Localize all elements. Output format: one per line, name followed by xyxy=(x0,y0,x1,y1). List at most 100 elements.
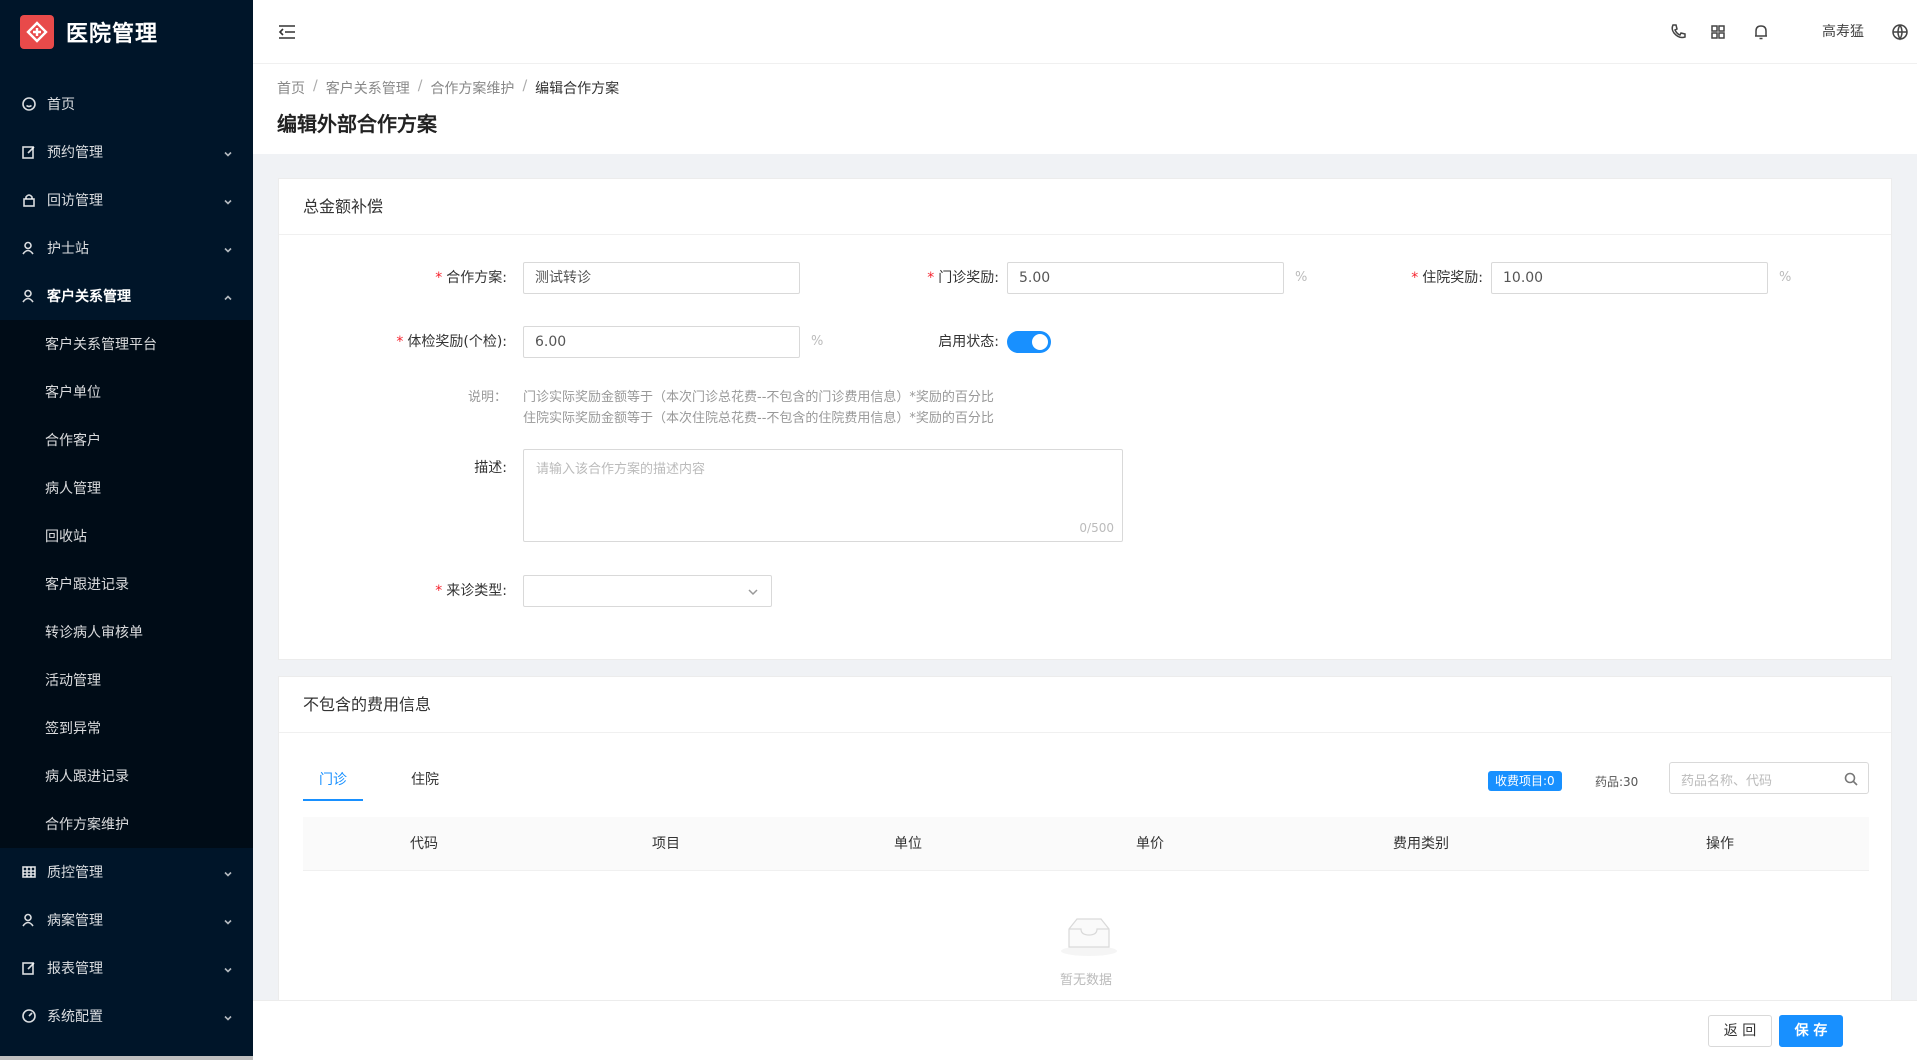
search-icon[interactable] xyxy=(1844,772,1858,786)
required-mark: * xyxy=(435,270,443,286)
sidebar-item-appointment[interactable]: 预约管理 xyxy=(0,128,253,176)
note-line-outpatient: 门诊实际奖励金额等于（本次门诊总花费--不包含的门诊费用信息）*奖励的百分比 xyxy=(523,390,994,405)
crm-submenu: 客户关系管理平台 客户单位 合作客户 病人管理 回收站 客户跟进记录 转诊病人审… xyxy=(0,320,253,848)
edit-icon xyxy=(21,960,37,976)
sidebar-item-label: 客户关系管理 xyxy=(47,289,131,305)
outpatient-reward-input[interactable]: 5.00 xyxy=(1007,262,1284,294)
note-line-inpatient: 住院实际奖励金额等于（本次住院总花费--不包含的住院费用信息）*奖励的百分比 xyxy=(523,411,994,426)
sidebar-subitem-plan-maintenance[interactable]: 合作方案维护 xyxy=(0,800,253,848)
sidebar-item-label: 预约管理 xyxy=(47,145,103,161)
drug-search-input[interactable]: 药品名称、代码 xyxy=(1669,762,1869,794)
lock-icon xyxy=(21,192,37,208)
exam-reward-input[interactable]: 6.00 xyxy=(523,326,800,358)
plan-name-input[interactable]: 测试转诊 xyxy=(523,262,800,294)
sidebar-subitem-customer-units[interactable]: 客户单位 xyxy=(0,368,253,416)
sidebar-item-label: 系统配置 xyxy=(47,1009,103,1025)
plan-label-text: 合作方案: xyxy=(446,270,507,286)
chevron-down-icon xyxy=(223,195,233,205)
status-toggle[interactable] xyxy=(1007,331,1051,353)
breadcrumb-separator: / xyxy=(522,78,528,94)
exam-reward-label: * 体检奖励(个检): xyxy=(339,326,507,358)
inpatient-reward-label: * 住院奖励: xyxy=(1343,262,1483,294)
column-header-item: 项目 xyxy=(652,836,680,852)
plan-label: * 合作方案: xyxy=(379,262,507,294)
sidebar-subitem-referral-review[interactable]: 转诊病人审核单 xyxy=(0,608,253,656)
inpatient-reward-label-text: 住院奖励: xyxy=(1422,270,1483,286)
visit-type-label: * 来诊类型: xyxy=(379,575,507,607)
sidebar-item-system-config[interactable]: 系统配置 xyxy=(0,992,253,1040)
chevron-down-icon xyxy=(223,963,233,973)
empty-text: 暂无数据 xyxy=(1059,973,1112,988)
sidebar-item-label: 质控管理 xyxy=(47,865,103,881)
chevron-down-icon xyxy=(223,915,233,925)
breadcrumb-plan-maintenance[interactable]: 合作方案维护 xyxy=(430,78,514,98)
outpatient-reward-label: * 门诊奖励: xyxy=(859,262,999,294)
sidebar-item-label: 回访管理 xyxy=(47,193,103,209)
sidebar-item-followup[interactable]: 回访管理 xyxy=(0,176,253,224)
sidebar-subitem-partner-customers[interactable]: 合作客户 xyxy=(0,416,253,464)
save-button[interactable]: 保 存 xyxy=(1779,1015,1843,1047)
breadcrumb-home[interactable]: 首页 xyxy=(277,78,305,98)
description-label: 描述: xyxy=(474,460,507,476)
breadcrumb-crm[interactable]: 客户关系管理 xyxy=(326,78,410,98)
top-header: 高寿猛 xyxy=(253,0,1917,64)
sidebar-item-label: 报表管理 xyxy=(47,961,103,977)
dashboard-icon xyxy=(21,1008,37,1024)
apps-grid-icon[interactable] xyxy=(1709,23,1727,41)
required-mark: * xyxy=(927,270,935,286)
breadcrumb-separator: / xyxy=(417,78,423,94)
menu-fold-icon[interactable] xyxy=(277,22,297,42)
sidebar-subitem-patient-management[interactable]: 病人管理 xyxy=(0,464,253,512)
column-header-actions: 操作 xyxy=(1706,836,1734,852)
required-mark: * xyxy=(396,334,404,350)
user-icon xyxy=(21,240,37,256)
sidebar-item-home[interactable]: 首页 xyxy=(0,80,253,128)
page-title: 编辑外部合作方案 xyxy=(277,112,437,136)
drug-count[interactable]: 药品:30 xyxy=(1595,773,1638,790)
sidebar-subitem-checkin-exception[interactable]: 签到异常 xyxy=(0,704,253,752)
footer-action-bar: 返 回 保 存 xyxy=(253,1000,1917,1060)
edit-icon xyxy=(21,144,37,160)
app-title: 医院管理 xyxy=(66,22,159,47)
inpatient-reward-input[interactable]: 10.00 xyxy=(1491,262,1768,294)
outpatient-reward-label-text: 门诊奖励: xyxy=(938,270,999,286)
sidebar-item-nurse-station[interactable]: 护士站 xyxy=(0,224,253,272)
sidebar-item-label: 护士站 xyxy=(47,241,89,257)
breadcrumb-separator: / xyxy=(313,78,318,94)
sidebar-item-medical-records[interactable]: 病案管理 xyxy=(0,896,253,944)
logo[interactable]: 医院管理 xyxy=(0,0,253,64)
tab-inpatient[interactable]: 住院 xyxy=(395,761,455,801)
phone-icon[interactable] xyxy=(1669,23,1687,41)
sidebar-subitem-customer-followup[interactable]: 客户跟进记录 xyxy=(0,560,253,608)
tab-outpatient[interactable]: 门诊 xyxy=(303,761,363,801)
back-button[interactable]: 返 回 xyxy=(1708,1015,1772,1047)
sidebar-subitem-recycle-bin[interactable]: 回收站 xyxy=(0,512,253,560)
table-empty-state: 暂无数据 xyxy=(303,871,1869,1021)
percent-unit: % xyxy=(811,334,824,349)
sidebar-subitem-crm-platform[interactable]: 客户关系管理平台 xyxy=(0,320,253,368)
visit-type-select[interactable] xyxy=(523,575,772,607)
chevron-down-icon xyxy=(223,147,233,157)
note-label: 说明： xyxy=(467,390,507,405)
sidebar-item-label: 首页 xyxy=(47,97,75,113)
sidebar: 医院管理 首页 预约管理 回访管理 护士站 客户关系管理 客户关系管理平台 客户… xyxy=(0,0,253,1060)
sidebar-item-reports[interactable]: 报表管理 xyxy=(0,944,253,992)
bell-icon[interactable] xyxy=(1752,23,1770,41)
sidebar-subitem-patient-followup[interactable]: 病人跟进记录 xyxy=(0,752,253,800)
chevron-down-icon xyxy=(747,586,759,598)
toggle-knob xyxy=(1032,334,1048,350)
charge-items-badge[interactable]: 收费项目:0 xyxy=(1488,771,1562,791)
column-header-fee-category: 费用类别 xyxy=(1393,836,1449,852)
sidebar-item-crm[interactable]: 客户关系管理 xyxy=(0,272,253,320)
sidebar-item-quality-control[interactable]: 质控管理 xyxy=(0,848,253,896)
chevron-down-icon xyxy=(223,867,233,877)
globe-icon[interactable] xyxy=(1891,23,1909,41)
user-name[interactable]: 高寿猛 xyxy=(1822,0,1864,64)
team-icon xyxy=(21,912,37,928)
chevron-up-icon xyxy=(223,291,233,301)
description-textarea[interactable]: 请输入该合作方案的描述内容 0/500 xyxy=(523,449,1123,542)
card-title: 不包含的费用信息 xyxy=(279,677,1891,733)
sidebar-item-label: 病案管理 xyxy=(47,913,103,929)
sidebar-subitem-activity-management[interactable]: 活动管理 xyxy=(0,656,253,704)
bottom-scrollbar[interactable] xyxy=(0,1056,253,1060)
